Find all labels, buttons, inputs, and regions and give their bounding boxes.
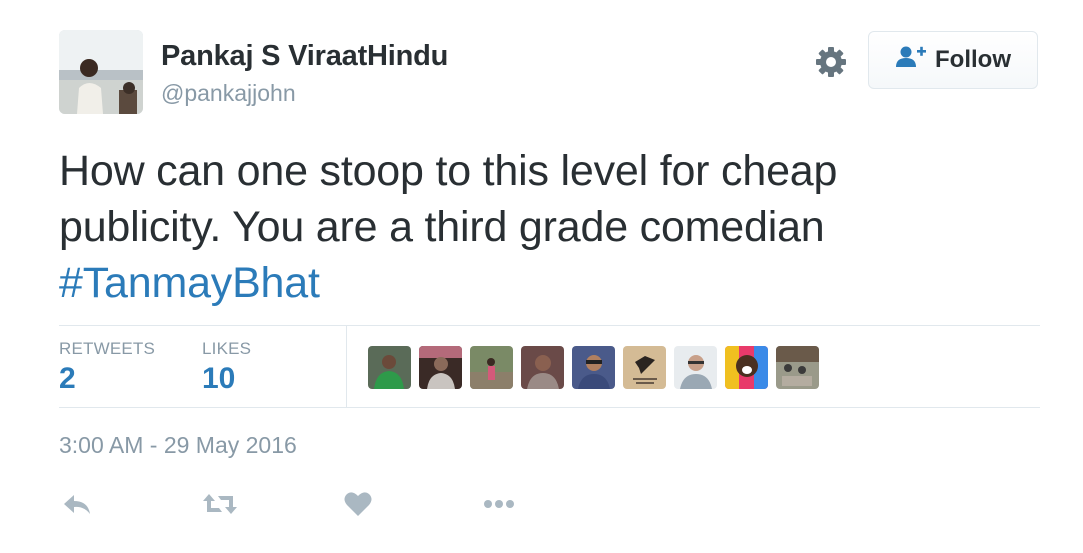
username-handle[interactable]: @pankajjohn: [161, 80, 296, 107]
liker-avatar[interactable]: [521, 346, 564, 389]
liker-avatar[interactable]: [572, 346, 615, 389]
likes-label[interactable]: LIKES: [202, 339, 251, 359]
tweet-line-2: publicity. You are a third grade comedia…: [59, 203, 825, 251]
stats-vertical-divider: [346, 326, 347, 407]
gear-icon[interactable]: [813, 44, 849, 80]
liker-avatar[interactable]: [776, 346, 819, 389]
liker-avatar[interactable]: [623, 346, 666, 389]
avatar[interactable]: [59, 30, 143, 114]
retweet-icon[interactable]: [202, 488, 238, 520]
liker-avatar[interactable]: [674, 346, 717, 389]
reply-icon[interactable]: [62, 488, 92, 520]
more-dots-icon[interactable]: [483, 488, 515, 520]
stats-bottom-divider: [59, 407, 1040, 408]
liker-avatar[interactable]: [368, 346, 411, 389]
liker-avatar[interactable]: [725, 346, 768, 389]
retweets-label[interactable]: RETWEETS: [59, 339, 155, 359]
liker-avatar[interactable]: [470, 346, 513, 389]
display-name[interactable]: Pankaj S ViraatHindu: [161, 40, 448, 73]
liker-avatar[interactable]: [419, 346, 462, 389]
follow-label: Follow: [935, 46, 1011, 73]
follow-button[interactable]: Follow: [868, 31, 1038, 89]
retweets-count[interactable]: 2: [59, 362, 76, 396]
likes-count[interactable]: 10: [202, 362, 235, 396]
add-user-icon: [895, 45, 927, 76]
stats-top-divider: [59, 325, 1040, 326]
heart-icon[interactable]: [344, 488, 372, 520]
hashtag-link[interactable]: #TanmayBhat: [59, 259, 320, 307]
likers-avatars: [368, 346, 819, 389]
tweet-timestamp[interactable]: 3:00 AM - 29 May 2016: [59, 432, 297, 459]
tweet-line-1: How can one stoop to this level for chea…: [59, 147, 838, 195]
tweet-text: How can one stoop to this level for chea…: [59, 143, 1019, 311]
tweet-card: Pankaj S ViraatHindu @pankajjohn Follow …: [0, 0, 1083, 553]
